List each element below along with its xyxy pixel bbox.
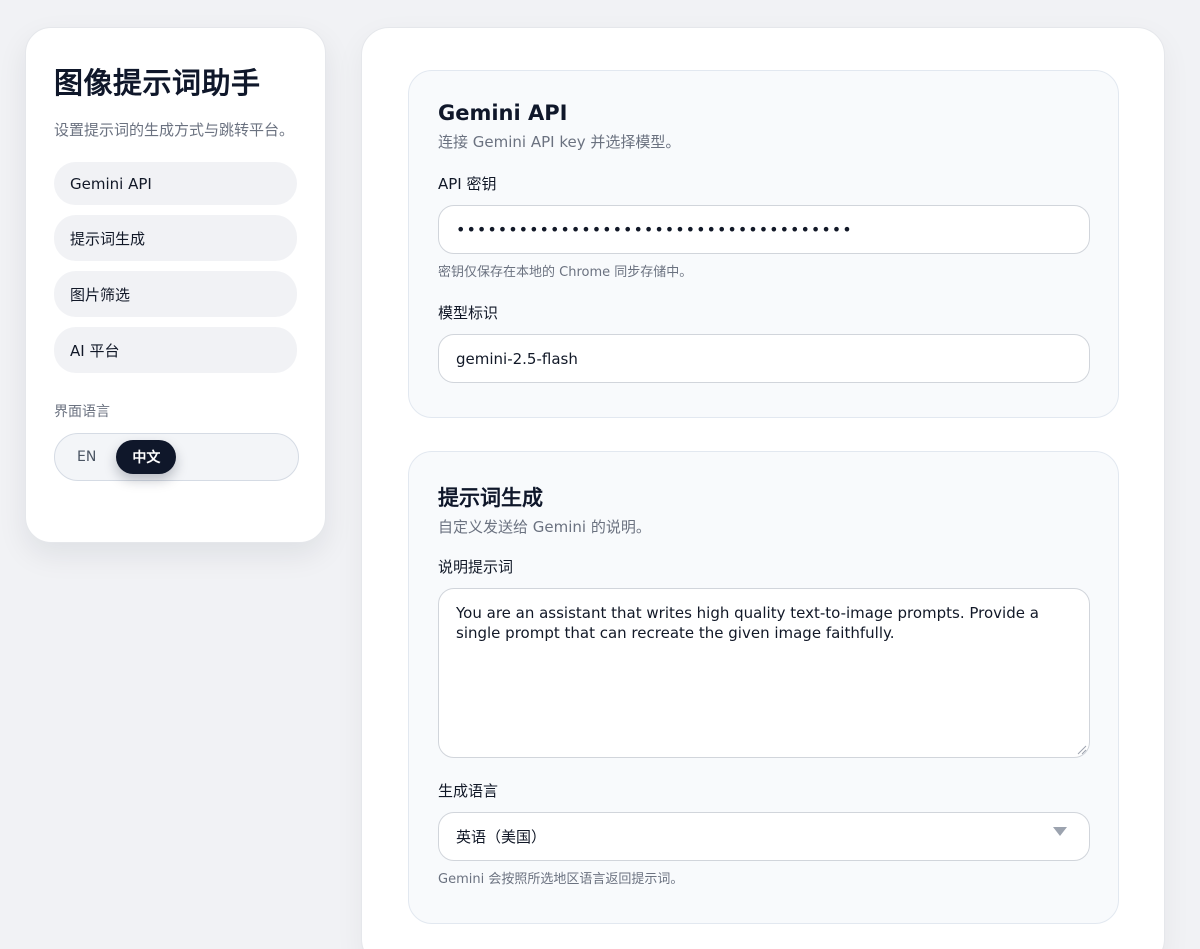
card-description: 自定义发送给 Gemini 的说明。 [438, 518, 651, 536]
api-key-input[interactable]: •••••••••••••••••••••••••••••••••••••• [438, 205, 1090, 254]
instruction-textarea[interactable]: You are an assistant that writes high qu… [438, 588, 1090, 758]
gemini-api-card: Gemini API 连接 Gemini API key 并选择模型。 API … [408, 70, 1119, 418]
chevron-down-icon [1053, 826, 1067, 836]
api-key-label: API 密钥 [438, 175, 497, 193]
resize-grip-icon[interactable] [1077, 745, 1087, 755]
sidebar-item-gemini-api[interactable]: Gemini API [54, 162, 297, 205]
prompt-generation-card: 提示词生成 自定义发送给 Gemini 的说明。 说明提示词 You are a… [408, 451, 1119, 924]
language-option-en[interactable]: EN [61, 440, 112, 474]
sidebar-item-label: Gemini API [70, 174, 152, 193]
sidebar-item-ai-platform[interactable]: AI 平台 [54, 327, 297, 373]
instruction-text: You are an assistant that writes high qu… [456, 604, 1039, 642]
sidebar: 图像提示词助手 设置提示词的生成方式与跳转平台。 Gemini API 提示词生… [25, 27, 326, 543]
card-title: 提示词生成 [438, 486, 543, 510]
interface-language-label: 界面语言 [54, 404, 110, 420]
app-subtitle: 设置提示词的生成方式与跳转平台。 [54, 121, 295, 139]
card-title: Gemini API [438, 101, 568, 125]
output-language-select[interactable]: 英语（美国） [438, 812, 1090, 861]
instruction-label: 说明提示词 [438, 558, 514, 576]
sidebar-item-label: AI 平台 [70, 341, 120, 360]
sidebar-item-prompt-generation[interactable]: 提示词生成 [54, 215, 297, 261]
selected-language: 英语（美国） [456, 828, 547, 846]
sidebar-item-label: 图片筛选 [70, 285, 131, 304]
api-key-hint: 密钥仅保存在本地的 Chrome 同步存储中。 [438, 265, 693, 280]
model-input[interactable]: gemini-2.5-flash [438, 334, 1090, 383]
sidebar-item-label: 提示词生成 [70, 229, 146, 248]
output-language-hint: Gemini 会按照所选地区语言返回提示词。 [438, 872, 684, 887]
output-language-label: 生成语言 [438, 782, 499, 800]
sidebar-nav: Gemini API 提示词生成 图片筛选 AI 平台 [54, 162, 297, 373]
card-description: 连接 Gemini API key 并选择模型。 [438, 133, 681, 151]
app-title: 图像提示词助手 [54, 66, 261, 100]
model-label: 模型标识 [438, 304, 499, 322]
main-panel: Gemini API 连接 Gemini API key 并选择模型。 API … [361, 27, 1165, 949]
language-toggle: EN 中文 [54, 433, 299, 481]
sidebar-item-image-filter[interactable]: 图片筛选 [54, 271, 297, 317]
settings-page: 图像提示词助手 设置提示词的生成方式与跳转平台。 Gemini API 提示词生… [0, 0, 1200, 949]
language-option-zh[interactable]: 中文 [116, 440, 177, 474]
